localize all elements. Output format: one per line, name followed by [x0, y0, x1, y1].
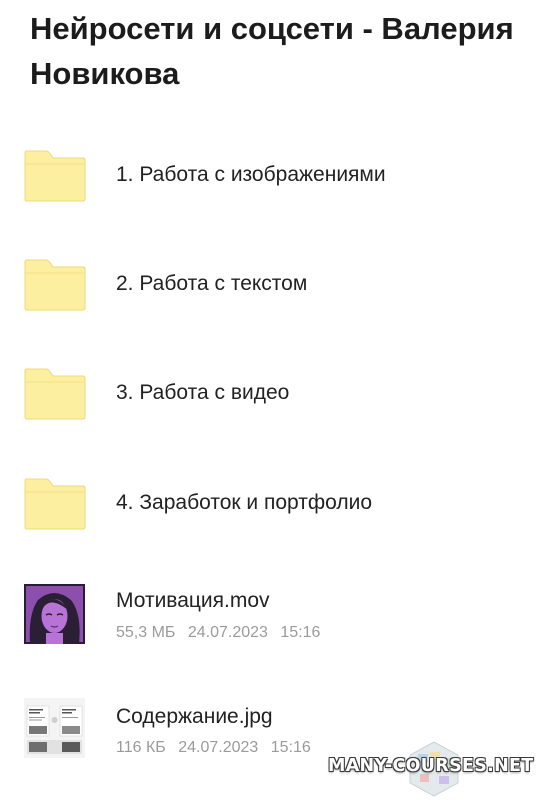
file-name: Мотивация.mov [116, 589, 270, 612]
folder-row[interactable]: 4. Заработок и портфолио [0, 464, 548, 544]
image-thumbnail-icon [24, 698, 85, 758]
file-browser-page: Нейросети и соцсети - Валерия Новикова 1… [0, 0, 548, 800]
file-date: 24.07.2023 [178, 739, 259, 756]
folder-icon [24, 259, 86, 311]
file-name: Содержание.jpg [116, 705, 273, 728]
file-time: 15:16 [270, 739, 311, 756]
file-row[interactable]: Мотивация.mov 55,3 МБ 24.07.2023 15:16 [0, 574, 548, 658]
file-meta: 116 КБ 24.07.2023 15:16 [116, 738, 311, 758]
folder-row[interactable]: 1. Работа с изображениями [0, 136, 548, 216]
file-size: 55,3 МБ [116, 624, 176, 641]
folder-label: 2. Работа с текстом [116, 272, 308, 295]
watermark-text: MANY-COURSES.NET [328, 756, 534, 776]
folder-label: 4. Заработок и портфолио [116, 491, 373, 514]
folder-icon [24, 368, 86, 420]
page-title: Нейросети и соцсети - Валерия Новикова [30, 11, 514, 91]
folder-icon [24, 478, 86, 530]
file-date: 24.07.2023 [187, 624, 268, 641]
watermark: MANY-COURSES.NET [328, 741, 540, 797]
folder-row[interactable]: 3. Работа с видео [0, 354, 548, 434]
folder-row[interactable]: 2. Работа с текстом [0, 245, 548, 325]
folder-label: 1. Работа с изображениями [116, 163, 386, 186]
file-meta: 55,3 МБ 24.07.2023 15:16 [116, 623, 320, 643]
video-thumbnail-icon [24, 584, 85, 644]
file-time: 15:16 [280, 624, 321, 641]
file-size: 116 КБ [116, 739, 166, 756]
folder-icon [24, 150, 86, 202]
folder-label: 3. Работа с видео [116, 381, 290, 404]
